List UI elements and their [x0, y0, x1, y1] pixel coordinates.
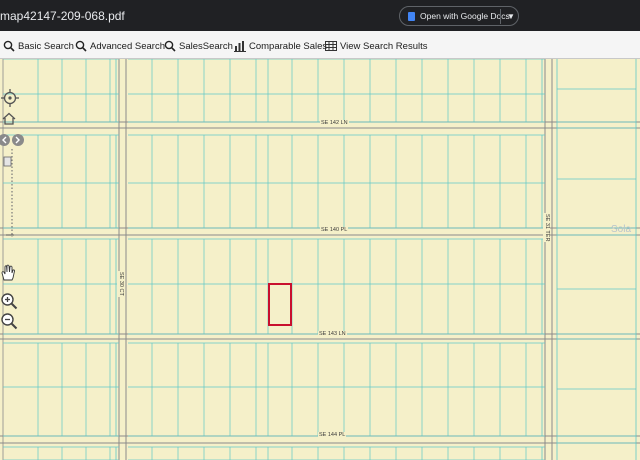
pan-crosshair-icon[interactable]	[1, 88, 19, 108]
toolbar: Basic Search Advanced Search SalesSearch…	[0, 31, 640, 59]
road-label-se-140-pl: SE 140 PL	[320, 227, 349, 234]
comparable-sales-button[interactable]: Comparable Sales	[234, 38, 327, 54]
road-label-se-143-ln: SE 143 LN	[318, 331, 347, 338]
table-grid-icon	[325, 41, 337, 51]
advanced-search-label: Advanced Search	[90, 40, 165, 52]
google-docs-icon	[408, 12, 415, 21]
faint-map-label: Sola	[611, 224, 632, 235]
magnifier-icon	[3, 40, 15, 52]
caret-down-icon[interactable]: ▼	[507, 12, 515, 21]
zoom-out-icon[interactable]	[0, 312, 18, 330]
sales-search-button[interactable]: SalesSearch	[164, 38, 233, 54]
pan-left-icon[interactable]	[0, 134, 10, 146]
title-bar: map42147-209-068.pdf Open with Google Do…	[0, 0, 640, 31]
zoom-slider-handle[interactable]	[3, 156, 12, 167]
sales-search-label: SalesSearch	[179, 40, 233, 52]
zoom-in-icon[interactable]	[0, 292, 18, 310]
view-search-results-button[interactable]: View Search Results	[325, 38, 427, 54]
view-search-results-label: View Search Results	[340, 40, 428, 52]
magnifier-icon	[164, 40, 176, 52]
road-label-se-31-ter: SE 31 TER	[543, 213, 550, 243]
road-label-se-30-ct: SE 30 CT	[117, 271, 124, 297]
pan-arrows	[0, 134, 24, 146]
parcel-map[interactable]: SE 142 LN SE 140 PL SE 143 LN SE 144 PL …	[0, 59, 640, 460]
hand-pan-icon[interactable]	[0, 264, 17, 282]
open-with-google-docs-button[interactable]: Open with Google Docs ▼	[399, 6, 519, 26]
subject-parcel[interactable]	[268, 283, 292, 326]
button-divider	[500, 9, 501, 24]
open-with-label: Open with Google Docs	[420, 11, 510, 21]
basic-search-button[interactable]: Basic Search	[3, 38, 74, 54]
document-filename: map42147-209-068.pdf	[0, 9, 125, 23]
pan-right-icon[interactable]	[12, 134, 24, 146]
advanced-search-button[interactable]: Advanced Search	[75, 38, 165, 54]
magnifier-icon	[75, 40, 87, 52]
bar-chart-icon	[234, 41, 246, 52]
road-label-se-144-pl: SE 144 PL	[318, 432, 347, 439]
home-icon[interactable]	[2, 112, 16, 125]
basic-search-label: Basic Search	[18, 40, 74, 52]
road-label-se-142-ln: SE 142 LN	[320, 120, 349, 127]
zoom-slider[interactable]	[0, 149, 16, 241]
comparable-sales-label: Comparable Sales	[249, 40, 328, 52]
